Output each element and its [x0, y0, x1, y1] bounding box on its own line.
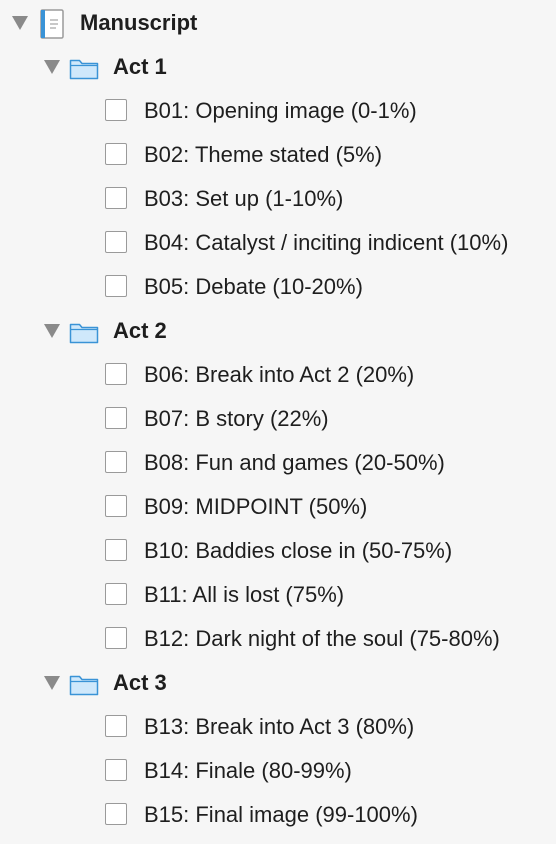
- scene-card-icon: [105, 539, 127, 561]
- scene-label: B05: Debate (10-20%): [144, 274, 363, 299]
- disclosure-triangle-icon[interactable]: [44, 324, 60, 338]
- scene-row[interactable]: B05: Debate (10-20%): [0, 265, 556, 309]
- folder-row-act-3[interactable]: Act 3: [0, 661, 556, 705]
- scene-label: B09: MIDPOINT (50%): [144, 494, 368, 519]
- binder-outline: Manuscript Act 1 B01: Opening image (0-1%…: [0, 0, 556, 844]
- scene-label: B08: Fun and games (20-50%): [144, 450, 445, 475]
- scene-row[interactable]: B13: Break into Act 3 (80%): [0, 705, 556, 749]
- scene-card-icon: [105, 759, 127, 781]
- scene-row[interactable]: B09: MIDPOINT (50%): [0, 485, 556, 529]
- scene-label: B04: Catalyst / inciting indicent (10%): [144, 230, 509, 255]
- folder-row-act-1[interactable]: Act 1: [0, 45, 556, 89]
- text-document-icon: [40, 9, 64, 39]
- scene-card-icon: [105, 363, 127, 385]
- scene-card-icon: [105, 231, 127, 253]
- scene-label: B07: B story (22%): [144, 406, 329, 431]
- folder-icon: [69, 675, 99, 696]
- scene-label: B15: Final image (99-100%): [144, 802, 418, 827]
- scene-row[interactable]: B15: Final image (99-100%): [0, 793, 556, 837]
- folder-icon: [69, 59, 99, 80]
- folder-label: Act 2: [113, 318, 167, 343]
- folder-label: Act 1: [113, 54, 167, 79]
- scene-label: B11: All is lost (75%): [144, 582, 345, 607]
- scene-card-icon: [105, 275, 127, 297]
- scene-label: B12: Dark night of the soul (75-80%): [144, 626, 500, 651]
- scene-label: B01: Opening image (0-1%): [144, 98, 417, 123]
- scene-row[interactable]: B04: Catalyst / inciting indicent (10%): [0, 221, 556, 265]
- scene-label: B03: Set up (1-10%): [144, 186, 344, 211]
- disclosure-triangle-icon[interactable]: [44, 676, 60, 690]
- scene-card-icon: [105, 495, 127, 517]
- scene-label: B14: Finale (80-99%): [144, 758, 352, 783]
- disclosure-triangle-icon[interactable]: [44, 60, 60, 74]
- scene-row[interactable]: B10: Baddies close in (50-75%): [0, 529, 556, 573]
- scene-card-icon: [105, 583, 127, 605]
- scene-card-icon: [105, 407, 127, 429]
- manuscript-label: Manuscript: [80, 10, 198, 35]
- scene-card-icon: [105, 627, 127, 649]
- folder-label: Act 3: [113, 670, 167, 695]
- scene-row[interactable]: B06: Break into Act 2 (20%): [0, 353, 556, 397]
- scene-row[interactable]: B12: Dark night of the soul (75-80%): [0, 617, 556, 661]
- scene-card-icon: [105, 187, 127, 209]
- folder-row-act-2[interactable]: Act 2: [0, 309, 556, 353]
- scene-card-icon: [105, 99, 127, 121]
- disclosure-triangle-icon[interactable]: [12, 16, 28, 30]
- manuscript-row[interactable]: Manuscript: [0, 1, 556, 45]
- scene-row[interactable]: B03: Set up (1-10%): [0, 177, 556, 221]
- scene-card-icon: [105, 451, 127, 473]
- scene-card-icon: [105, 715, 127, 737]
- scene-row[interactable]: B07: B story (22%): [0, 397, 556, 441]
- scene-card-icon: [105, 803, 127, 825]
- scene-row[interactable]: B08: Fun and games (20-50%): [0, 441, 556, 485]
- folder-icon: [69, 323, 99, 344]
- scene-label: B13: Break into Act 3 (80%): [144, 714, 415, 739]
- scene-row[interactable]: B14: Finale (80-99%): [0, 749, 556, 793]
- scene-row[interactable]: B02: Theme stated (5%): [0, 133, 556, 177]
- scene-row[interactable]: B01: Opening image (0-1%): [0, 89, 556, 133]
- scene-label: B06: Break into Act 2 (20%): [144, 362, 415, 387]
- scene-label: B10: Baddies close in (50-75%): [144, 538, 453, 563]
- scene-card-icon: [105, 143, 127, 165]
- scene-row[interactable]: B11: All is lost (75%): [0, 573, 556, 617]
- scene-label: B02: Theme stated (5%): [144, 142, 383, 167]
